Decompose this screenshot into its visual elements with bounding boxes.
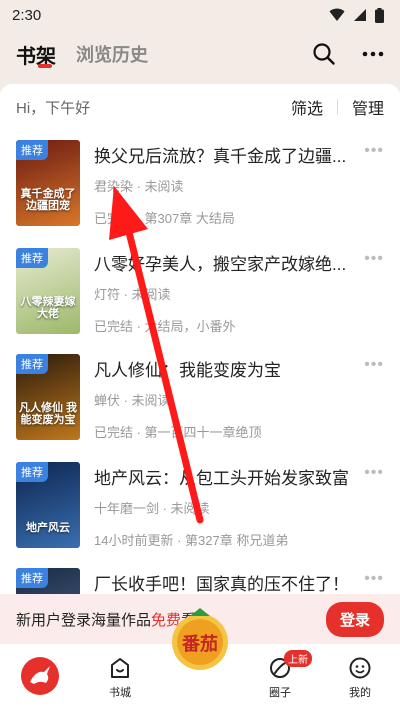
tab-history[interactable]: 浏览历史: [76, 41, 148, 67]
book-more-icon[interactable]: •••: [364, 570, 384, 588]
book-author-status: 君染染 · 未阅读: [94, 179, 184, 194]
book-item[interactable]: 推荐 地产风云 地产风云：从包工头开始发家致富 十年磨一剑 · 未阅读 14小时前更新 …: [0, 462, 400, 562]
shelf-actions: 筛选 管理: [291, 95, 384, 119]
tab-bookshelf[interactable]: 书架: [16, 40, 56, 69]
cover-title-text: 凡人修仙 我能变废为宝: [18, 401, 78, 426]
manage-button[interactable]: 管理: [352, 95, 384, 119]
wifi-icon: [329, 8, 345, 21]
tab-mine[interactable]: 我的: [320, 656, 400, 700]
recommend-badge: 推荐: [16, 140, 48, 160]
deer-logo-icon: [21, 657, 59, 695]
tab-bookstore[interactable]: 书城: [80, 656, 160, 700]
cover-title-text: 真千金成了边疆团宠: [20, 187, 76, 212]
status-time: 2:30: [12, 6, 42, 24]
fanqie-logo-icon: 番茄: [172, 608, 228, 670]
book-more-icon[interactable]: •••: [364, 142, 384, 160]
book-author-status: 十年磨一剑 · 未阅读: [94, 501, 210, 516]
book-title[interactable]: 换父兄后流放？真千金成了边疆...: [94, 142, 350, 167]
book-item[interactable]: 推荐真千金成了边疆团宠 换父兄后流放？真千金成了边疆... 君染染 · 未阅读已完结…: [0, 140, 400, 240]
recommend-badge: 推荐: [16, 568, 48, 588]
battery-icon: [375, 7, 384, 23]
circle-label: 圈子: [269, 687, 291, 699]
top-header: 书架 浏览历史: [0, 34, 400, 74]
book-cover[interactable]: 推荐真千金成了边疆团宠: [16, 140, 80, 226]
cover-title-text: 八零辣妻嫁大佬: [20, 295, 76, 320]
book-title[interactable]: 凡人修仙：我能变废为宝: [94, 356, 350, 381]
book-progress: 已完结 · 大结局，小番外: [94, 319, 236, 334]
more-icon[interactable]: [362, 51, 384, 57]
bookstore-icon: [111, 658, 129, 678]
tab-bookshelf-nav[interactable]: [0, 656, 80, 696]
book-progress: 已完结 · 第307章 大结局: [94, 211, 235, 226]
recommend-badge: 推荐: [16, 248, 48, 268]
book-more-icon[interactable]: •••: [364, 464, 384, 482]
login-prompt-text: 新用户登录海量作品: [16, 611, 152, 629]
book-cover[interactable]: 推荐地产风云: [16, 462, 80, 548]
book-cover[interactable]: 推荐八零辣妻嫁大佬: [16, 248, 80, 334]
book-more-icon[interactable]: •••: [364, 250, 384, 268]
status-bar: 2:30: [0, 0, 400, 30]
recommend-badge: 推荐: [16, 462, 48, 482]
book-item[interactable]: 推荐凡人修仙 我能变废为宝 凡人修仙：我能变废为宝蝉伏 · 未阅读已完结 · 第一…: [0, 354, 400, 454]
recommend-badge: 推荐: [16, 354, 48, 374]
cover-title-text: 地产风云: [26, 521, 70, 534]
fanqie-logo-text: 番茄: [181, 633, 218, 655]
fanqie-center-button[interactable]: 番茄: [165, 604, 235, 674]
circle-new-badge: 上新: [284, 650, 312, 667]
book-more-icon[interactable]: •••: [364, 356, 384, 374]
header-actions: [312, 42, 384, 66]
book-item[interactable]: 推荐八零辣妻嫁大佬 八零好孕美人，搬空家产改嫁绝... 灯符 · 未阅读已完结 · …: [0, 248, 400, 348]
filter-button[interactable]: 筛选: [291, 95, 323, 119]
search-icon[interactable]: [312, 42, 336, 66]
book-title[interactable]: 地产风云：从包工头开始发家致富: [94, 464, 350, 489]
mine-label: 我的: [349, 687, 371, 699]
book-title[interactable]: 厂长收手吧！国家真的压不住了！: [94, 570, 350, 595]
book-progress: 14小时前更新 · 第327章 称兄道弟: [94, 533, 289, 548]
greeting-row: Hi，下午好 筛选 管理: [0, 84, 400, 130]
bookstore-label: 书城: [109, 687, 131, 699]
bookshelf-panel: Hi，下午好 筛选 管理 推荐 真千金成了边疆团宠 换父兄后流放？真千金成了边疆..…: [0, 84, 400, 644]
profile-face-icon: [349, 657, 371, 679]
login-button[interactable]: 登录: [325, 601, 384, 637]
book-author-status: 蝉伏 · 未阅读: [94, 393, 171, 408]
book-cover[interactable]: 推荐凡人修仙 我能变废为宝: [16, 354, 80, 440]
tab-circle[interactable]: 上新 圈子: [240, 650, 320, 700]
greeting-text: Hi，下午好: [16, 99, 91, 117]
book-title[interactable]: 八零好孕美人，搬空家产改嫁绝...: [94, 250, 350, 275]
book-author-status: 灯符 · 未阅读: [94, 287, 171, 302]
book-progress: 已完结 · 第一百四十一章绝顶: [94, 425, 262, 440]
status-icons: [329, 7, 384, 23]
signal-icon: [354, 9, 366, 21]
divider: [336, 99, 338, 115]
